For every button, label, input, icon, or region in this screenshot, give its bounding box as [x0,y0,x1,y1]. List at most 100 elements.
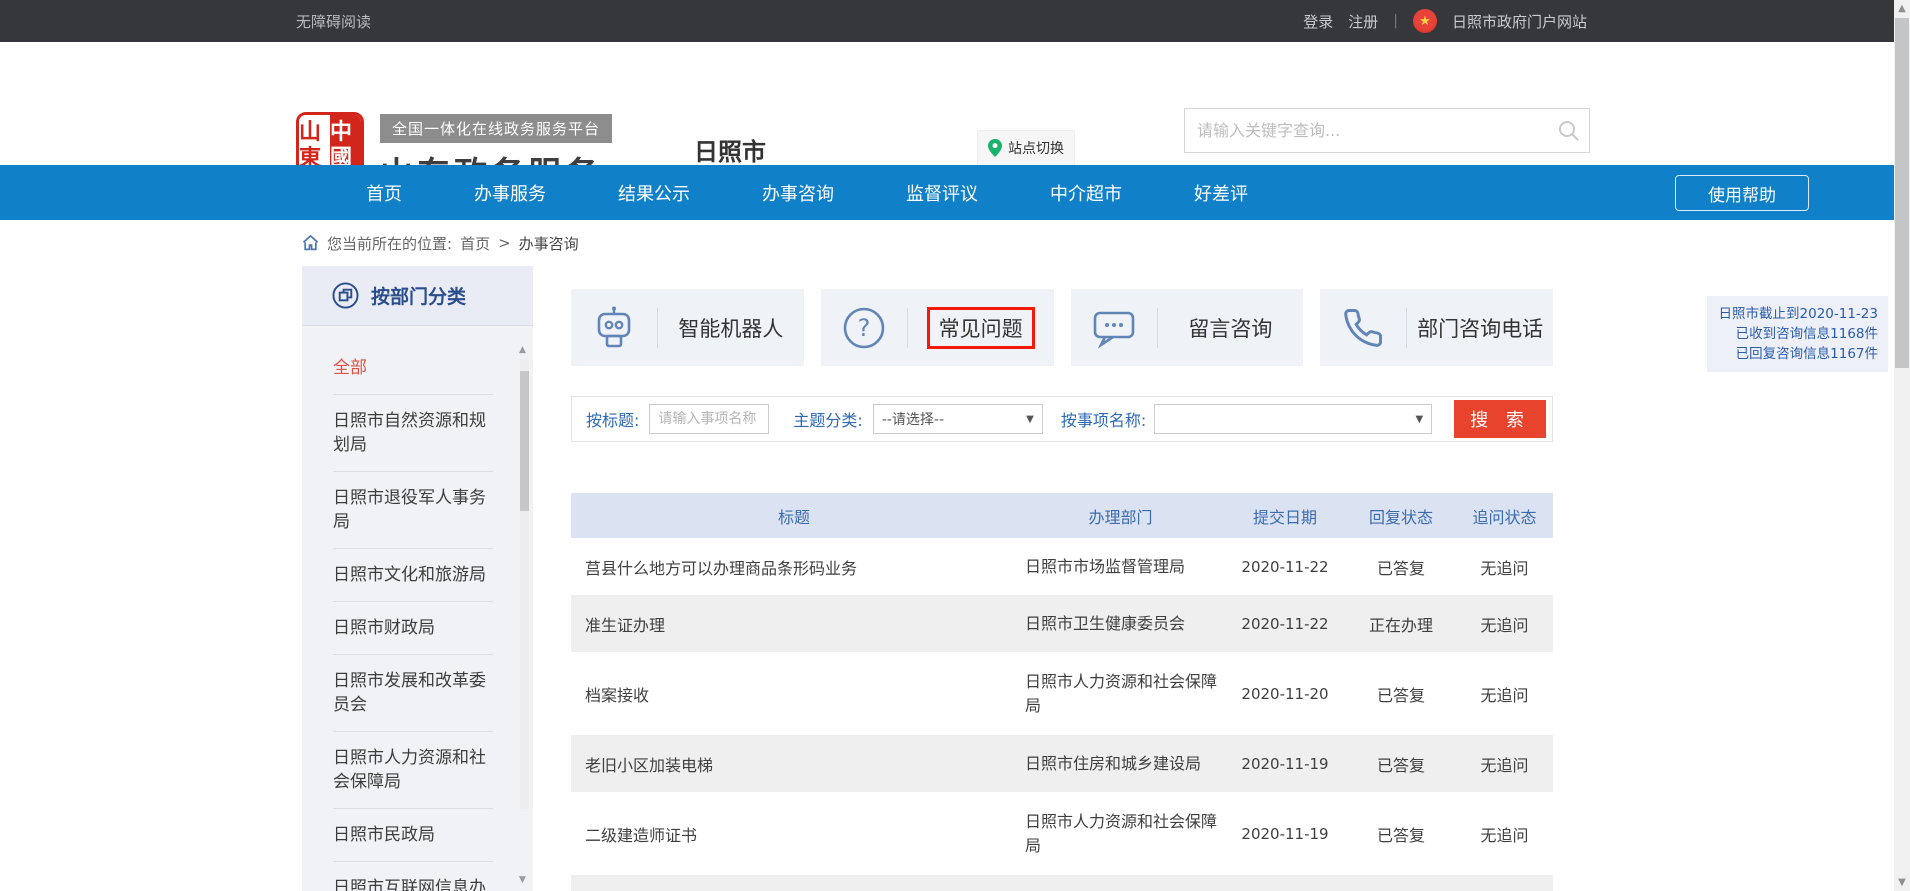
row-title[interactable]: 老旧小区加装电梯 [571,735,1017,792]
row-followup-status: 无追问 [1456,792,1553,875]
table-row[interactable]: 档案接收 日照市人力资源和社会保障局 2020-11-20 已答复 无追问 [571,652,1553,735]
row-title[interactable]: 准生证办理 [571,595,1017,652]
row-date: 2020-11-22 [1224,595,1346,652]
row-title[interactable]: 二级建造师证书 [571,792,1017,875]
row-followup-status: 无追问 [1456,538,1553,595]
sidebar-item-natural-resources[interactable]: 日照市自然资源和规划局 [333,395,493,472]
national-emblem-icon: ★ [1413,9,1437,33]
row-reply-status: 已答复 [1346,735,1456,792]
sidebar-item-finance[interactable]: 日照市财政局 [333,602,493,655]
nav-item-home[interactable]: 首页 [330,180,438,206]
department-list: 全部 日照市自然资源和规划局 日照市退役军人事务局 日照市文化和旅游局 日照市财… [333,336,493,891]
tab-faq[interactable]: ? 常见问题 [821,289,1054,366]
page-scroll-thumb[interactable] [1895,18,1909,368]
tab-phone-consult[interactable]: 部门咨询电话 [1320,289,1553,366]
sidebar-item-civil-affairs[interactable]: 日照市民政局 [333,809,493,862]
table-row[interactable]: 准生证办理 日照市卫生健康委员会 2020-11-22 正在办理 无追问 [571,595,1553,652]
col-date: 提交日期 [1224,493,1346,538]
topic-select-value: --请选择-- [882,409,944,429]
sidebar-scrollbar[interactable]: ▲ ▼ [520,345,529,891]
col-followup-status: 追问状态 [1456,493,1553,538]
topic-select[interactable]: --请选择-- ▼ [873,404,1043,434]
sidebar-scroll-track[interactable] [520,359,529,809]
accessibility-link[interactable]: 无障碍阅读 [296,11,371,32]
table-row-partial[interactable] [571,875,1553,891]
faq-table: 标题 办理部门 提交日期 回复状态 追问状态 莒县什么地方可以办理商品条形码业务… [571,493,1553,891]
keyword-search-box [1184,108,1590,153]
nav-item-supervision[interactable]: 监督评议 [870,180,1014,206]
portal-link[interactable]: 日照市政府门户网站 [1452,11,1587,32]
top-right-links: 登录 注册 | ★ 日照市政府门户网站 [1303,0,1587,42]
tab-phone-label: 部门咨询电话 [1407,313,1553,343]
row-department: 日照市住房和城乡建设局 [1017,735,1224,792]
stats-line-received: 已收到咨询信息1168件 [1717,324,1878,344]
nav-item-services[interactable]: 办事服务 [438,180,582,206]
breadcrumb-prefix: 您当前所在的位置: [327,233,452,254]
sidebar-title: 按部门分类 [371,282,466,309]
city-name: 日照市 [694,132,766,167]
top-utility-bar: 无障碍阅读 登录 注册 | ★ 日照市政府门户网站 [0,0,1894,42]
search-icon[interactable] [1549,120,1589,142]
row-reply-status: 正在办理 [1346,595,1456,652]
scroll-down-icon[interactable]: ▼ [1894,877,1910,888]
row-department: 日照市卫生健康委员会 [1017,595,1224,652]
row-reply-status: 已答复 [1346,538,1456,595]
tab-message-consult[interactable]: 留言咨询 [1071,289,1304,366]
table-row[interactable]: 二级建造师证书 日照市人力资源和社会保障局 2020-11-19 已答复 无追问 [571,792,1553,875]
login-link[interactable]: 登录 [1303,11,1333,32]
breadcrumb-current: 办事咨询 [519,233,579,254]
col-title: 标题 [571,493,1017,538]
item-name-select[interactable]: ▼ [1154,404,1432,434]
search-button[interactable]: 搜 索 [1454,400,1546,438]
sidebar-scroll-up-icon[interactable]: ▲ [519,345,526,355]
table-row[interactable]: 老旧小区加装电梯 日照市住房和城乡建设局 2020-11-19 已答复 无追问 [571,735,1553,792]
breadcrumb-separator: > [498,234,511,252]
row-date: 2020-11-22 [1224,538,1346,595]
sidebar-item-culture-tourism[interactable]: 日照市文化和旅游局 [333,549,493,602]
sidebar-item-all[interactable]: 全部 [333,336,493,395]
sidebar-item-development-reform[interactable]: 日照市发展和改革委员会 [333,655,493,732]
row-department: 日照市市场监督管理局 [1017,538,1224,595]
department-sidebar: 按部门分类 全部 日照市自然资源和规划局 日照市退役军人事务局 日照市文化和旅游… [302,266,533,891]
sidebar-item-veterans[interactable]: 日照市退役军人事务局 [333,472,493,549]
row-title[interactable]: 莒县什么地方可以办理商品条形码业务 [571,538,1017,595]
sidebar-scroll-thumb[interactable] [520,371,529,511]
register-link[interactable]: 注册 [1348,11,1378,32]
location-pin-icon [988,139,1002,157]
title-filter-input[interactable] [649,404,769,434]
breadcrumb-home-link[interactable]: 首页 [460,233,490,254]
primary-nav: 首页 办事服务 结果公示 办事咨询 监督评议 中介超市 好差评 使用帮助 [0,165,1894,220]
site-switch-label: 站点切换 [1008,138,1064,158]
row-department: 日照市人力资源和社会保障局 [1017,792,1224,875]
main-content: 智能机器人 ? 常见问题 [571,289,1553,891]
phone-icon [1320,307,1406,349]
row-title[interactable]: 档案接收 [571,652,1017,735]
tab-smart-robot[interactable]: 智能机器人 [571,289,804,366]
sidebar-scroll-down-icon[interactable]: ▼ [519,875,526,885]
home-icon [302,235,319,251]
nav-item-agency[interactable]: 中介超市 [1014,180,1158,206]
row-followup-status: 无追问 [1456,652,1553,735]
row-date: 2020-11-19 [1224,792,1346,875]
chevron-down-icon: ▼ [1026,414,1034,425]
sidebar-item-human-resources[interactable]: 日照市人力资源和社会保障局 [333,732,493,809]
table-row[interactable]: 莒县什么地方可以办理商品条形码业务 日照市市场监督管理局 2020-11-22 … [571,538,1553,595]
nav-item-rating[interactable]: 好差评 [1158,180,1284,206]
row-department: 日照市人力资源和社会保障局 [1017,652,1224,735]
sidebar-header: 按部门分类 [302,266,533,326]
tab-smart-robot-label: 智能机器人 [658,313,804,343]
nav-item-results[interactable]: 结果公示 [582,180,726,206]
scroll-up-icon[interactable]: ▲ [1894,3,1910,14]
sidebar-item-internet-info[interactable]: 日照市互联网信息办 [333,862,493,891]
site-switch-button[interactable]: 站点切换 [977,130,1075,166]
row-followup-status: 无追问 [1456,735,1553,792]
help-button[interactable]: 使用帮助 [1675,175,1809,211]
row-date: 2020-11-19 [1224,735,1346,792]
nav-items: 首页 办事服务 结果公示 办事咨询 监督评议 中介超市 好差评 [330,180,1284,206]
faq-highlight-box: 常见问题 [927,307,1035,349]
keyword-search-input[interactable] [1185,121,1549,140]
col-department: 办理部门 [1017,493,1224,538]
page-scrollbar[interactable]: ▲ ▼ [1894,0,1910,891]
nav-item-consult[interactable]: 办事咨询 [726,180,870,206]
svg-text:?: ? [857,314,870,342]
